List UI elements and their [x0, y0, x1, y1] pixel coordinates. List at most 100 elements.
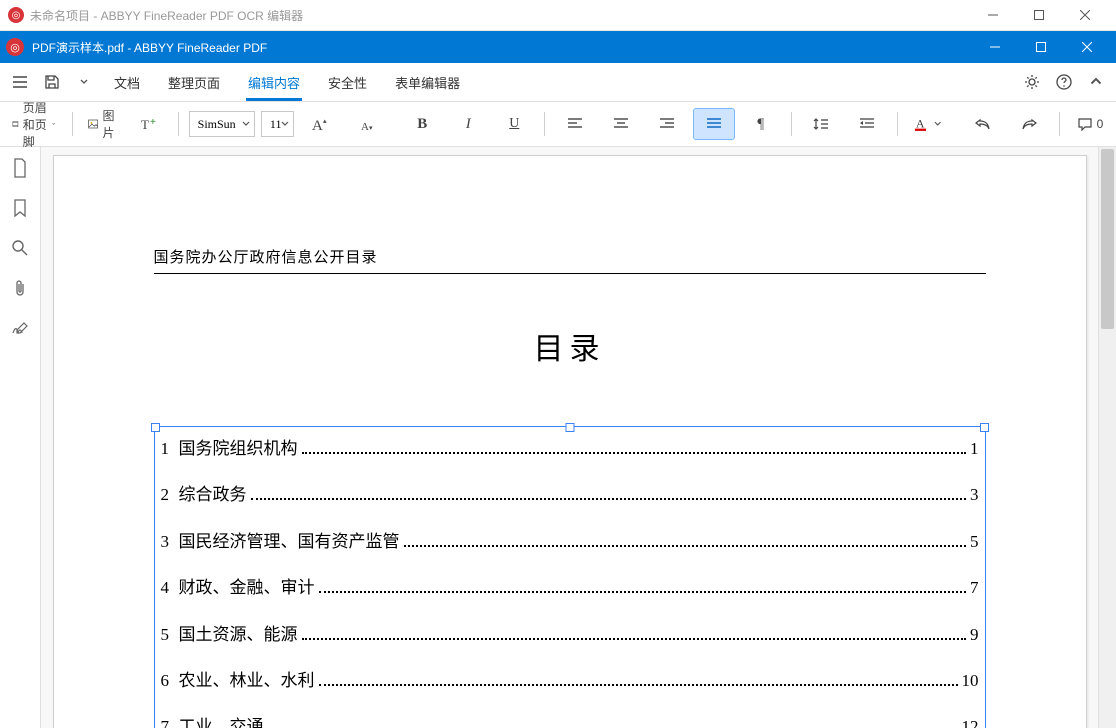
- toc-leader: [302, 451, 967, 454]
- header-rule: [154, 273, 986, 274]
- bookmarks-icon[interactable]: [9, 197, 31, 219]
- toc-page: 10: [962, 671, 979, 691]
- toc-number: 6: [161, 671, 179, 691]
- toc-row[interactable]: 7工业、交通 12: [161, 717, 979, 728]
- search-icon[interactable]: [9, 237, 31, 259]
- header-footer-label: 页眉和页脚: [23, 99, 49, 150]
- add-text-button[interactable]: T+: [128, 109, 168, 139]
- toc-page: 3: [970, 485, 979, 505]
- help-icon[interactable]: [1050, 68, 1078, 96]
- align-center-button[interactable]: [601, 109, 641, 139]
- toc-number: 7: [161, 717, 179, 728]
- close-button[interactable]: [1064, 32, 1110, 62]
- hamburger-icon[interactable]: [6, 68, 34, 96]
- toc-label: 工业、交通: [179, 717, 264, 728]
- save-dropdown-icon[interactable]: [70, 68, 98, 96]
- svg-text:+: +: [150, 117, 156, 128]
- decrease-font-button[interactable]: A▾: [346, 109, 386, 139]
- toc-page: 5: [970, 532, 979, 552]
- align-right-button[interactable]: [647, 109, 687, 139]
- underline-button[interactable]: U: [494, 109, 534, 139]
- attachments-icon[interactable]: [9, 277, 31, 299]
- paragraph-button[interactable]: ¶: [741, 109, 781, 139]
- font-color-button[interactable]: A: [908, 109, 948, 139]
- font-family-value: SimSun: [198, 117, 236, 132]
- toc-row[interactable]: 3国民经济管理、国有资产监管5: [161, 532, 979, 552]
- comments-button[interactable]: 0: [1070, 109, 1110, 139]
- image-label: 图片: [102, 107, 116, 141]
- app-icon: ◎: [8, 7, 24, 23]
- increase-font-button[interactable]: A▴: [300, 109, 340, 139]
- document-header: 国务院办公厅政府信息公开目录: [154, 246, 986, 267]
- toc-row[interactable]: 1国务院组织机构1: [161, 439, 979, 459]
- selection-handle[interactable]: [151, 423, 160, 432]
- toc-number: 5: [161, 625, 179, 645]
- maximize-button[interactable]: [1018, 32, 1064, 62]
- toc-label: 财政、金融、审计: [179, 578, 315, 598]
- app-icon: ◎: [6, 38, 24, 56]
- svg-text:A: A: [312, 118, 323, 132]
- document-title: 目录: [154, 324, 986, 368]
- toc-number: 1: [161, 439, 179, 459]
- toc-page: 7: [970, 578, 979, 598]
- signature-icon[interactable]: [9, 317, 31, 339]
- menu-file[interactable]: 文档: [102, 63, 152, 101]
- toc-label: 国土资源、能源: [179, 625, 298, 645]
- document-area[interactable]: 国务院办公厅政府信息公开目录 目录 1国务院组织机构12综合政务33国民经济管理…: [41, 147, 1098, 728]
- menubar: 文档 整理页面 编辑内容 安全性 表单编辑器: [0, 63, 1116, 102]
- toc-selection[interactable]: 1国务院组织机构12综合政务33国民经济管理、国有资产监管54财政、金融、审计7…: [154, 426, 986, 728]
- comments-count: 0: [1097, 117, 1104, 131]
- toc-leader: [302, 637, 967, 640]
- header-footer-button[interactable]: 页眉和页脚: [6, 109, 62, 139]
- minimize-button[interactable]: [970, 0, 1016, 30]
- scrollbar-thumb[interactable]: [1101, 149, 1114, 329]
- maximize-button[interactable]: [1016, 0, 1062, 30]
- line-spacing-button[interactable]: [801, 109, 841, 139]
- menu-edit[interactable]: 编辑内容: [236, 63, 312, 101]
- bold-button[interactable]: B: [402, 109, 442, 139]
- align-justify-button[interactable]: [693, 108, 735, 140]
- collapse-ribbon-icon[interactable]: [1082, 68, 1110, 96]
- menu-organize[interactable]: 整理页面: [156, 63, 232, 101]
- selection-handle[interactable]: [980, 423, 989, 432]
- font-size-value: 11: [270, 117, 282, 132]
- menu-form[interactable]: 表单编辑器: [383, 63, 472, 101]
- selection-handle[interactable]: [565, 423, 574, 432]
- save-icon[interactable]: [38, 68, 66, 96]
- left-panel: [0, 147, 41, 728]
- toc-row[interactable]: 5国土资源、能源9: [161, 625, 979, 645]
- font-family-select[interactable]: SimSun: [189, 111, 255, 137]
- toc-leader: [319, 683, 958, 686]
- pages-icon[interactable]: [9, 157, 31, 179]
- toc-row[interactable]: 4财政、金融、审计7: [161, 578, 979, 598]
- inner-window-title: PDF演示样本.pdf - ABBYY FineReader PDF: [32, 39, 267, 56]
- page: 国务院办公厅政府信息公开目录 目录 1国务院组织机构12综合政务33国民经济管理…: [53, 155, 1087, 728]
- menu-security[interactable]: 安全性: [316, 63, 379, 101]
- image-button[interactable]: 图片: [82, 109, 122, 139]
- redo-button[interactable]: [1009, 109, 1049, 139]
- align-left-button[interactable]: [555, 109, 595, 139]
- font-size-select[interactable]: 11: [261, 111, 295, 137]
- outer-window-title: 未命名项目 - ABBYY FineReader PDF OCR 编辑器: [30, 7, 303, 24]
- toc-page: 1: [970, 439, 979, 459]
- svg-text:▴: ▴: [323, 118, 327, 125]
- toc-page: 12: [962, 717, 979, 728]
- toc-label: 国务院组织机构: [179, 439, 298, 459]
- settings-icon[interactable]: [1018, 68, 1046, 96]
- toc-leader: [404, 544, 967, 547]
- inner-titlebar: ◎ PDF演示样本.pdf - ABBYY FineReader PDF: [0, 31, 1116, 63]
- svg-text:T: T: [141, 117, 149, 132]
- minimize-button[interactable]: [972, 32, 1018, 62]
- undo-button[interactable]: [963, 109, 1003, 139]
- toc-label: 综合政务: [179, 485, 247, 505]
- toc-row[interactable]: 2综合政务3: [161, 485, 979, 505]
- vertical-scrollbar[interactable]: [1098, 147, 1116, 728]
- toc-leader: [319, 590, 967, 593]
- italic-button[interactable]: I: [448, 109, 488, 139]
- svg-text:A: A: [916, 117, 925, 131]
- outer-titlebar: ◎ 未命名项目 - ABBYY FineReader PDF OCR 编辑器: [0, 0, 1116, 31]
- toc-number: 3: [161, 532, 179, 552]
- close-button[interactable]: [1062, 0, 1108, 30]
- toc-row[interactable]: 6农业、林业、水利10: [161, 671, 979, 691]
- decrease-indent-button[interactable]: [847, 109, 887, 139]
